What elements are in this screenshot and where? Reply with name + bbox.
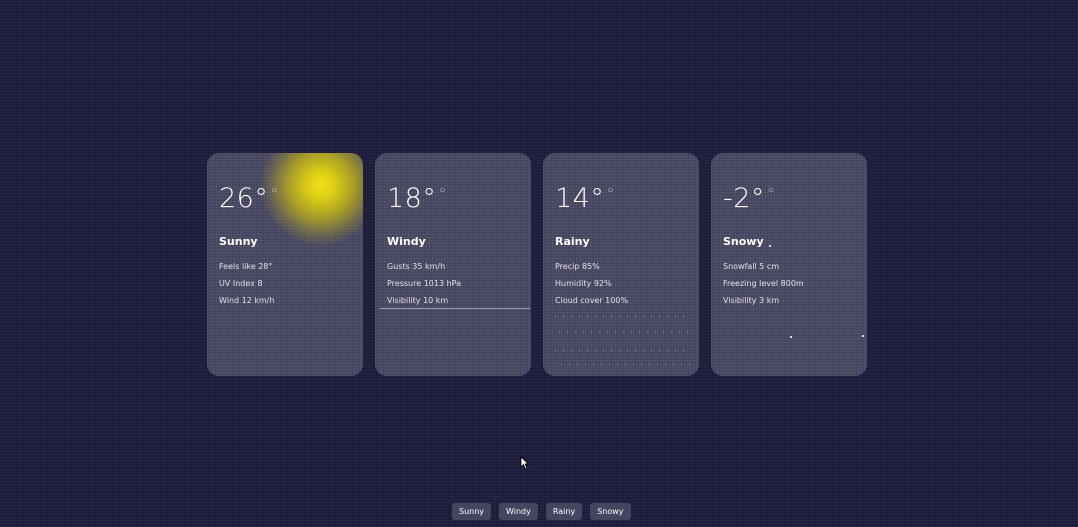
detail-list: Precip 85% Humidity 92% Cloud cover 100% xyxy=(555,261,628,312)
raindrops-icon xyxy=(559,331,691,332)
raindrops-icon xyxy=(555,316,687,317)
detail-item: Precip 85% xyxy=(555,262,600,271)
detail-item: Cloud cover 100% xyxy=(555,296,629,305)
weather-card-sunny: 26° ○ Sunny Feels like 28° UV Index 8 Win… xyxy=(207,153,363,376)
condition-label: Snowy xyxy=(723,235,764,248)
unit-circle-icon: ○ xyxy=(439,185,446,196)
detail-item: Freezing level 800m xyxy=(723,279,804,288)
detail-list: Feels like 28° UV Index 8 Wind 12 km/h xyxy=(219,261,275,312)
weather-cards: 26° ○ Sunny Feels like 28° UV Index 8 Win… xyxy=(207,153,867,376)
tab-windy[interactable]: Windy xyxy=(499,503,538,520)
temperature-value: 14° xyxy=(555,183,605,214)
detail-item: Feels like 28° xyxy=(219,262,273,271)
detail-item: Visibility 3 km xyxy=(723,296,780,305)
condition-label: Rainy xyxy=(555,235,590,248)
detail-item: Pressure 1013 hPa xyxy=(387,279,462,288)
unit-circle-icon: ○ xyxy=(607,185,614,196)
condition-label: Windy xyxy=(387,235,426,248)
snowflake-icon xyxy=(862,335,864,337)
weather-card-rainy: 14° ○ Rainy Precip 85% Humidity 92% Cloud… xyxy=(543,153,699,376)
detail-item: UV Index 8 xyxy=(219,279,263,288)
temperature: 14° ○ xyxy=(555,183,614,214)
snowflake-icon xyxy=(769,245,771,247)
condition-label: Sunny xyxy=(219,235,258,248)
condition-tabs: Sunny Windy Rainy Snowy xyxy=(452,503,631,520)
temperature: 26° ○ xyxy=(219,183,278,214)
unit-circle-icon: ○ xyxy=(271,185,278,196)
detail-item: Humidity 92% xyxy=(555,279,612,288)
raindrops-icon xyxy=(561,364,693,365)
mouse-cursor-icon xyxy=(520,456,530,470)
weather-card-windy: 18° ○ Windy Gusts 35 km/h Pressure 1013 h… xyxy=(375,153,531,376)
tab-rainy[interactable]: Rainy xyxy=(545,503,583,520)
weather-card-snowy: -2° ○ Snowy Snowfall 5 cm Freezing level … xyxy=(711,153,867,376)
detail-item: Gusts 35 km/h xyxy=(387,262,446,271)
temperature: 18° ○ xyxy=(387,183,446,214)
tab-sunny[interactable]: Sunny xyxy=(452,503,492,520)
detail-item: Wind 12 km/h xyxy=(219,296,275,305)
wind-streak-icon xyxy=(380,308,530,309)
temperature: -2° ○ xyxy=(723,183,774,214)
tab-snowy[interactable]: Snowy xyxy=(590,503,631,520)
detail-list: Snowfall 5 cm Freezing level 800m Visibi… xyxy=(723,261,804,312)
raindrops-icon xyxy=(555,350,687,351)
detail-item: Snowfall 5 cm xyxy=(723,262,780,271)
temperature-value: 26° xyxy=(219,183,269,214)
detail-item: Visibility 10 km xyxy=(387,296,449,305)
snowflake-icon xyxy=(790,336,792,338)
detail-list: Gusts 35 km/h Pressure 1013 hPa Visibili… xyxy=(387,261,461,312)
unit-circle-icon: ○ xyxy=(767,185,775,196)
temperature-value: -2° xyxy=(723,183,765,214)
temperature-value: 18° xyxy=(387,183,437,214)
